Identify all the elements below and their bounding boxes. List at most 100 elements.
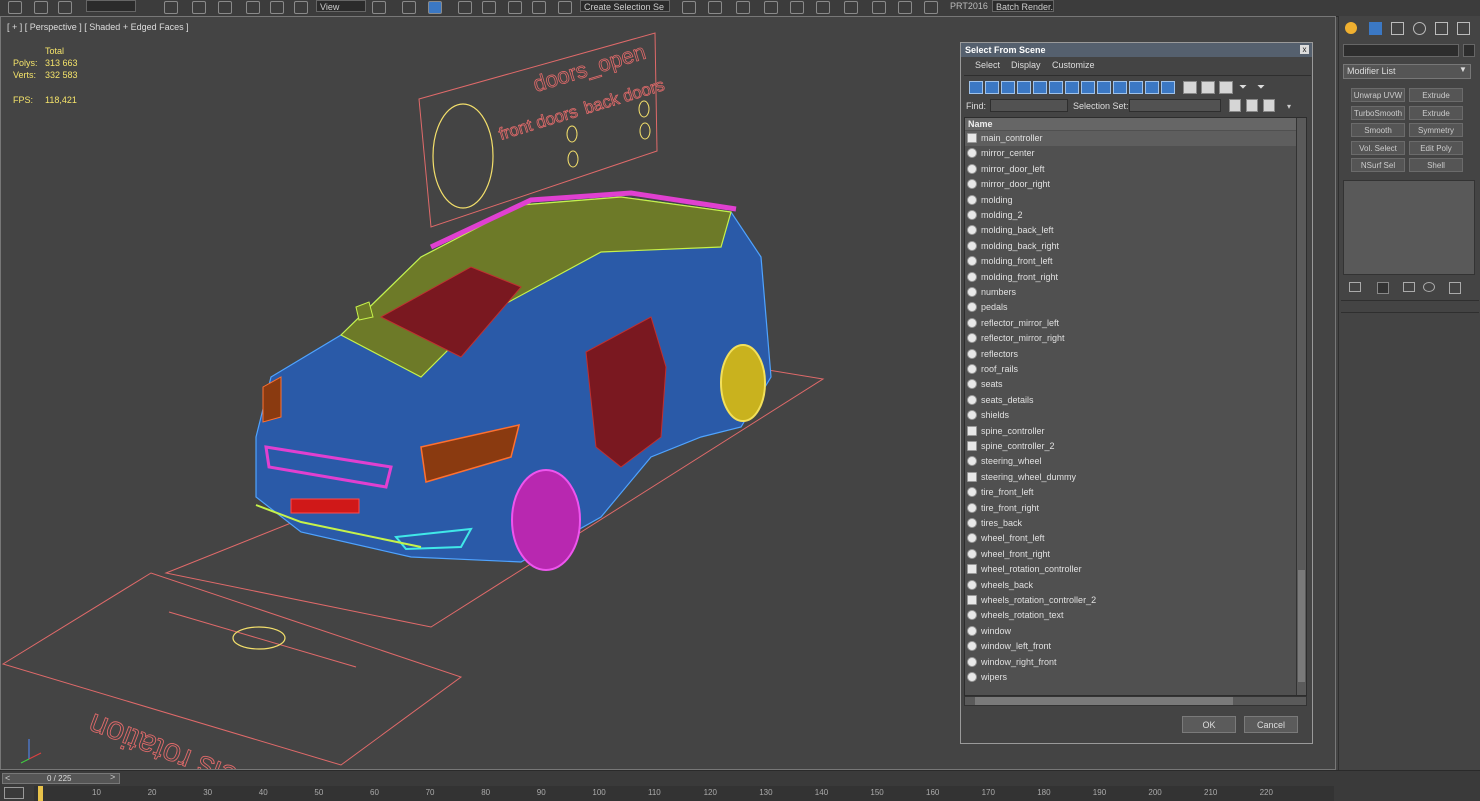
list-item[interactable]: reflector_mirror_left [965, 316, 1297, 331]
horizontal-scrollbar[interactable] [964, 696, 1307, 706]
menu-display[interactable]: Display [1011, 60, 1041, 70]
list-item[interactable]: numbers [965, 285, 1297, 300]
motion-tab-icon[interactable] [1413, 22, 1426, 35]
list-item[interactable]: wheel_front_right [965, 547, 1297, 562]
edit-named-selection-icon[interactable] [558, 1, 572, 14]
modifier-button[interactable]: NSurf Sel [1351, 158, 1405, 172]
pin-stack-icon[interactable] [1349, 282, 1361, 292]
rotate-icon[interactable] [270, 1, 284, 14]
create-selection-set-icon[interactable] [1229, 99, 1241, 112]
menu-customize[interactable]: Customize [1052, 60, 1095, 70]
display-all-icon[interactable] [1183, 81, 1197, 94]
list-item[interactable]: steering_wheel [965, 454, 1297, 469]
object-name-field[interactable] [1343, 44, 1459, 57]
utilities-tab-icon[interactable] [1457, 22, 1470, 35]
dialog-title[interactable]: Select From Scene [961, 43, 1312, 57]
remove-modifier-icon[interactable] [1423, 282, 1435, 292]
list-item[interactable]: wheel_front_left [965, 531, 1297, 546]
filter-options-icon[interactable]: ⏷ [1257, 81, 1270, 94]
list-item[interactable]: molding_back_left [965, 223, 1297, 238]
material-editor-icon[interactable] [844, 1, 858, 14]
select-object-icon[interactable] [164, 1, 178, 14]
list-item[interactable]: molding_front_left [965, 254, 1297, 269]
render-icon[interactable] [924, 1, 938, 14]
list-item[interactable]: molding_back_right [965, 239, 1297, 254]
batch-render-button[interactable]: Batch Render... [992, 0, 1054, 12]
column-header-name[interactable]: Name [965, 118, 1297, 130]
render-setup-icon[interactable] [872, 1, 886, 14]
list-item[interactable]: tires_back [965, 516, 1297, 531]
prev-frame-icon[interactable]: < [5, 773, 10, 783]
layer-manager-icon[interactable] [736, 1, 750, 14]
mini-curve-editor-icon[interactable] [4, 787, 24, 799]
list-item[interactable]: tire_front_right [965, 501, 1297, 516]
modifier-stack[interactable] [1343, 180, 1475, 275]
list-item[interactable]: wheels_back [965, 578, 1297, 593]
reference-coord-combo[interactable]: View [316, 0, 366, 12]
close-icon[interactable]: x [1300, 45, 1309, 54]
scroll-thumb[interactable] [975, 697, 1233, 705]
filter-helpers-icon[interactable] [1033, 81, 1047, 94]
list-item[interactable]: wheels_rotation_text [965, 608, 1297, 623]
filter-spacewarps-icon[interactable] [1049, 81, 1063, 94]
object-color-swatch[interactable] [1463, 44, 1475, 57]
scene-object-list[interactable]: Name main_controller mirror_center mirror_… [964, 117, 1307, 696]
scroll-thumb[interactable] [1298, 570, 1305, 682]
display-tab-icon[interactable] [1435, 22, 1448, 35]
filter-geometry-icon[interactable] [969, 81, 983, 94]
find-input[interactable] [990, 99, 1068, 112]
spinner-snap-icon[interactable] [532, 1, 546, 14]
display-none-icon[interactable] [1201, 81, 1215, 94]
filter-icon[interactable]: ⏷ [1239, 81, 1252, 94]
filter-bones-icon[interactable] [1097, 81, 1111, 94]
menu-select[interactable]: Select [975, 60, 1000, 70]
modifier-button[interactable]: Symmetry [1409, 123, 1463, 137]
remove-from-set-icon[interactable] [1263, 99, 1275, 112]
scale-icon[interactable] [294, 1, 308, 14]
hierarchy-tab-icon[interactable] [1391, 22, 1404, 35]
pivot-icon[interactable] [372, 1, 386, 14]
list-item[interactable]: seats [965, 377, 1297, 392]
chevron-down-icon[interactable]: ▼ [1459, 65, 1469, 77]
list-item[interactable]: wipers [965, 670, 1297, 685]
angle-snap-icon[interactable] [482, 1, 496, 14]
list-item[interactable]: window_right_front [965, 655, 1297, 670]
filter-all-icon[interactable] [1161, 81, 1175, 94]
modify-tab-icon[interactable] [1369, 22, 1382, 35]
named-selection-set-combo[interactable]: Create Selection Se [580, 0, 670, 12]
create-tab-icon[interactable] [1345, 22, 1357, 34]
track-bar-ruler[interactable]: 10 20 30 40 50 60 70 80 90 100 110 120 130 140 150 160 1… [34, 786, 1334, 801]
list-item[interactable]: mirror_door_left [965, 162, 1297, 177]
selection-set-combo[interactable] [1129, 99, 1221, 112]
list-item[interactable]: spine_controller_2 [965, 439, 1297, 454]
bind-space-warp-icon[interactable] [58, 1, 72, 14]
selection-filter-combo[interactable] [86, 0, 136, 12]
rendered-frame-icon[interactable] [898, 1, 912, 14]
filter-frozen-icon[interactable] [1129, 81, 1143, 94]
modifier-button[interactable]: Edit Poly [1409, 140, 1463, 155]
add-to-set-icon[interactable] [1246, 99, 1258, 112]
snap-toggle-icon[interactable] [458, 1, 472, 14]
align-icon[interactable] [708, 1, 722, 14]
show-end-result-icon[interactable] [1377, 282, 1389, 294]
make-unique-icon[interactable] [1403, 282, 1415, 292]
list-item[interactable]: wheels_rotation_controller_2 [965, 593, 1297, 608]
graphite-tools-icon[interactable] [764, 1, 778, 14]
list-item[interactable]: wheel_rotation_controller [965, 562, 1297, 577]
list-item[interactable]: molding_2 [965, 208, 1297, 223]
move-icon[interactable] [246, 1, 260, 14]
time-slider[interactable]: < 0 / 225 [2, 773, 120, 784]
filter-cameras-icon[interactable] [1017, 81, 1031, 94]
filter-xrefs-icon[interactable] [1081, 81, 1095, 94]
list-item[interactable]: mirror_door_right [965, 177, 1297, 192]
window-crossing-icon[interactable] [218, 1, 232, 14]
modifier-button[interactable]: Vol. Select [1351, 140, 1405, 155]
filter-containers-icon[interactable] [1113, 81, 1127, 94]
modifier-button[interactable]: Extrude [1409, 88, 1463, 102]
configure-modifier-sets-icon[interactable] [1449, 282, 1461, 294]
current-frame-marker[interactable] [38, 786, 43, 801]
prt-label[interactable]: PRT2016 [950, 0, 988, 12]
list-item[interactable]: molding [965, 193, 1297, 208]
schematic-view-icon[interactable] [816, 1, 830, 14]
list-item[interactable]: shields [965, 408, 1297, 423]
